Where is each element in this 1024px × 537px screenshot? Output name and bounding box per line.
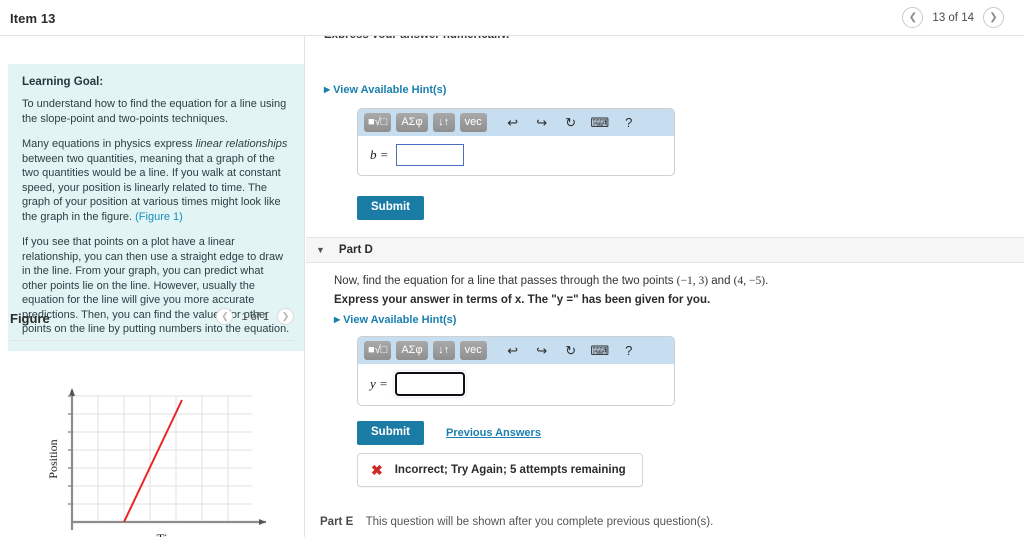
math-template-button[interactable]: ■√□ [364,341,392,360]
figure-graph: Position Time [30,378,270,537]
item-next-button[interactable]: ❯ [983,7,1004,28]
greek-letters-button[interactable]: ΑΣφ [396,113,428,132]
clipped-instruction-text: Express your answer numerically. [324,36,509,38]
learning-goal-paragraph-2: Many equations in physics express linear… [22,137,291,224]
previous-answers-link[interactable]: Previous Answers [446,427,541,439]
keyboard-icon[interactable]: ⌨ [590,116,609,129]
part-d-question: Now, find the equation for a line that p… [334,273,994,289]
view-hints-link-part-d[interactable]: ▶ View Available Hint(s) [334,314,456,326]
vector-button[interactable]: vec [459,113,487,132]
redo-arrow-icon[interactable]: ↪ [533,116,551,129]
figure-header: Figure ❮ 1 of 1 ❯ [10,306,294,341]
answer-box-part-d: ■√□ ΑΣφ ↓↑ vec ↩ ↪ ↻ ⌨ ? y = [357,336,675,406]
x-mark-icon: ✖ [371,462,383,478]
item-navigation: ❮ 13 of 14 ❯ [902,7,1004,28]
q-pre: Now, find the equation for a line that p… [334,275,677,287]
help-icon[interactable]: ? [620,344,638,357]
undo-arrow-icon[interactable]: ↩ [504,116,522,129]
math-toolbar-part-d: ■√□ ΑΣφ ↓↑ vec ↩ ↪ ↻ ⌨ ? [358,337,674,364]
variable-label-b: b = [370,147,389,162]
redo-arrow-icon[interactable]: ↪ [533,344,551,357]
instr-pre: Express your answer in terms of [334,294,515,306]
caret-right-icon: ▶ [324,85,331,94]
instr-post: . The " [521,294,557,306]
view-hints-link-part-c[interactable]: ▶ View Available Hint(s) [324,84,446,96]
figure-xlabel: Time [157,531,184,537]
part-d-actions: Submit Previous Answers [357,421,541,445]
figure-navigation: ❮ 1 of 1 ❯ [216,308,294,325]
view-hints-label-d: View Available Hint(s) [343,314,457,326]
view-hints-label-c: View Available Hint(s) [333,84,447,96]
page-title: Item 13 [10,11,56,26]
part-d-instruction: Express your answer in terms of x. The "… [334,294,994,306]
vector-button[interactable]: vec [459,341,487,360]
figure-counter: 1 of 1 [241,310,269,323]
figure-ylabel: Position [46,439,60,478]
answer-input-b[interactable] [395,144,464,166]
caret-right-icon: ▶ [334,315,341,324]
undo-arrow-icon[interactable]: ↩ [504,344,522,357]
submit-button-part-d[interactable]: Submit [357,421,424,445]
part-e-label: Part E [320,516,354,528]
q-post: . [765,275,769,287]
greek-letters-button[interactable]: ΑΣφ [396,341,428,360]
q-point-2: (4, −5) [733,275,766,287]
caret-down-icon[interactable]: ▼ [316,245,325,255]
reset-circle-icon[interactable]: ↻ [562,116,580,129]
feedback-message: Incorrect; Try Again; 5 attempts remaini… [394,464,626,476]
answer-row-part-c: b = [358,136,674,175]
answer-input-y[interactable] [393,371,466,397]
part-e-text: This question will be shown after you co… [365,516,714,528]
part-d-label: Part D [338,244,373,256]
learning-goal-title: Learning Goal: [22,76,104,88]
q-point-1: (−1, 3) [676,275,709,287]
instr-y-equals: y = [556,294,574,306]
part-e-row: Part E This question will be shown after… [320,514,713,528]
sidebar: Learning Goal: To understand how to find… [0,36,305,537]
variable-label-y: y = [370,376,388,391]
lg-p2-pre: Many equations in physics express [22,138,196,151]
item-counter: 13 of 14 [932,11,974,24]
keyboard-icon[interactable]: ⌨ [590,344,609,357]
instr-end: " has been given for you. [573,294,711,306]
updown-arrows-button[interactable]: ↓↑ [432,341,455,360]
figure-prev-button[interactable]: ❮ [216,308,234,325]
math-toolbar-part-c: ■√□ ΑΣφ ↓↑ vec ↩ ↪ ↻ ⌨ ? [358,109,674,136]
q-mid: and [708,275,734,287]
figure-title: Figure [10,311,50,326]
math-template-button[interactable]: ■√□ [364,113,392,132]
submit-button-part-c[interactable]: Submit [357,196,424,220]
top-bar: Item 13 ❮ 13 of 14 ❯ [0,0,1024,36]
answer-box-part-c: ■√□ ΑΣφ ↓↑ vec ↩ ↪ ↻ ⌨ ? b = [357,108,675,176]
main-content: Express your answer numerically. ▶View A… [306,36,1024,537]
updown-arrows-button[interactable]: ↓↑ [432,113,455,132]
position-time-graph: Position Time [46,388,266,537]
reset-circle-icon[interactable]: ↻ [562,344,580,357]
part-d-header[interactable]: ▼ Part D [306,237,1024,263]
learning-goal-paragraph-1: To understand how to find the equation f… [22,98,287,125]
submit-wrap-part-c: Submit [357,196,424,220]
lg-p2-emphasis: linear relationships [195,138,288,151]
answer-row-part-d: y = [358,364,674,405]
figure-next-button[interactable]: ❯ [277,308,294,325]
figure-1-link[interactable]: (Figure 1) [135,211,183,223]
incorrect-feedback-banner: ✖ Incorrect; Try Again; 5 attempts remai… [357,453,643,487]
item-prev-button[interactable]: ❮ [902,7,924,28]
help-icon[interactable]: ? [620,116,638,129]
